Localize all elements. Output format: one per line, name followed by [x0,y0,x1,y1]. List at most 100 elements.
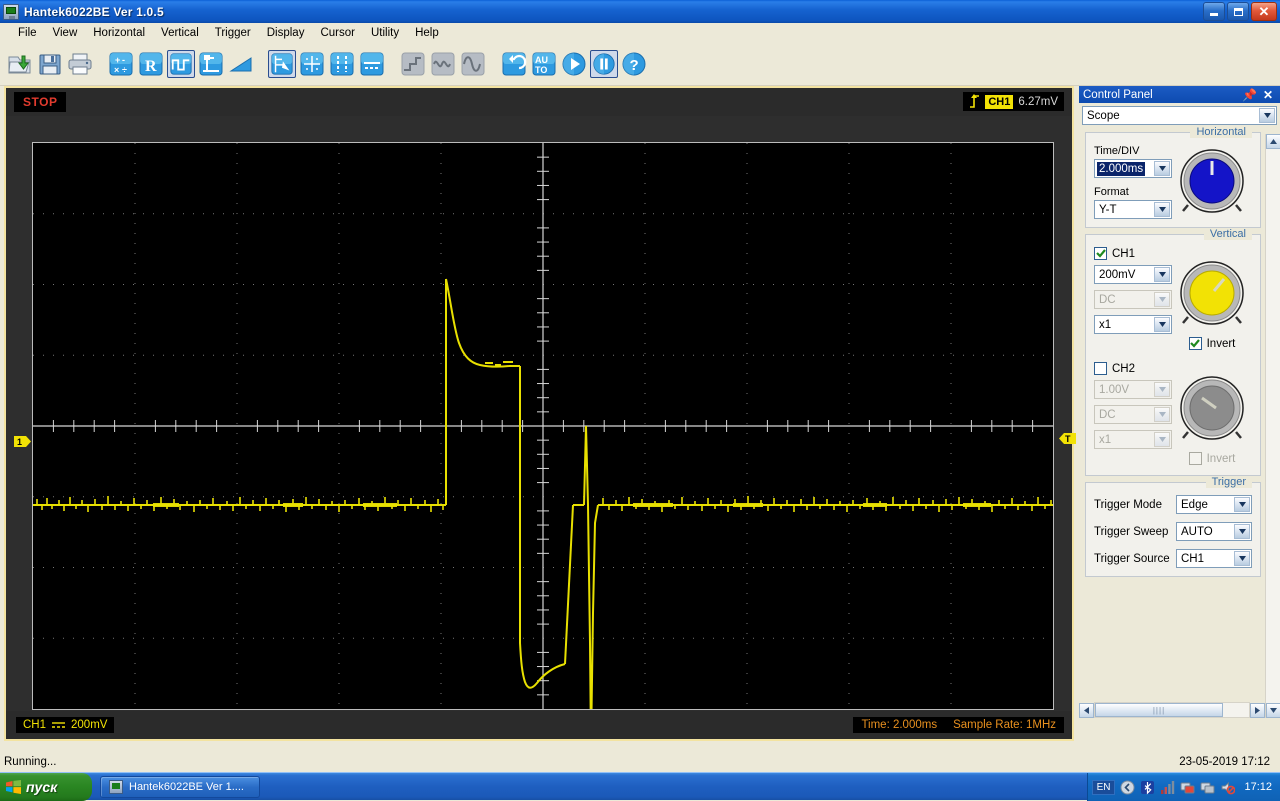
hscroll-track[interactable]: |||| [1094,702,1250,718]
chevron-down-icon [1154,432,1170,447]
help-icon[interactable]: ? [620,50,648,78]
control-panel-vscrollbar[interactable] [1265,134,1280,718]
auto-icon[interactable]: AU TO [530,50,558,78]
scroll-up-button[interactable] [1266,134,1280,149]
ch1-probe-select[interactable]: x1 [1094,315,1172,334]
show-hidden-icon[interactable] [1120,780,1135,795]
start-button[interactable]: пуск [0,773,92,801]
menu-trigger[interactable]: Trigger [207,25,259,41]
scope-graticule[interactable] [32,142,1054,710]
menu-help[interactable]: Help [407,25,447,41]
trigger-sweep-row: Trigger Sweep AUTO [1094,522,1252,541]
pin-icon[interactable]: 📌 [1239,89,1260,101]
sine-wave-icon[interactable] [459,50,487,78]
chevron-down-icon[interactable] [1154,267,1170,282]
trigger-sweep-value: AUTO [1181,526,1213,538]
group-vertical: Vertical CH1 200mV [1085,234,1261,476]
dots-icon[interactable] [358,50,386,78]
status-datetime: 23-05-2019 17:12 [1179,753,1270,772]
trigger-mode-select[interactable]: Edge [1176,495,1252,514]
step-wave-icon[interactable] [399,50,427,78]
svg-text:÷: ÷ [122,65,127,75]
taskbar-item-label: Hantek6022BE Ver 1.... [129,781,244,793]
restore-button[interactable] [1227,2,1249,21]
control-panel-title: Control Panel [1083,89,1153,101]
ch2-invert-row: Invert [1189,452,1236,465]
ch2-scale-select: 1.00V [1094,380,1172,399]
chevron-down-icon[interactable] [1259,108,1275,123]
chevron-down-icon[interactable] [1154,202,1170,217]
measure-icon[interactable] [197,50,225,78]
ch1-scale-knob[interactable] [1176,257,1248,329]
svg-text:×: × [114,65,119,75]
close-icon[interactable]: ✕ [1260,89,1276,101]
trigger-source-select[interactable]: CH1 [1176,549,1252,568]
menu-view[interactable]: View [45,25,86,41]
ch1-invert-checkbox[interactable] [1189,337,1202,350]
format-value: Y-T [1099,204,1116,216]
grid-icon[interactable] [298,50,326,78]
format-select[interactable]: Y-T [1094,200,1172,219]
trigger-sweep-select[interactable]: AUTO [1176,522,1252,541]
open-icon[interactable] [6,50,34,78]
time-div-select[interactable]: 2.000ms [1094,159,1172,178]
ch1-invert-row[interactable]: Invert [1189,337,1236,350]
print-icon[interactable] [66,50,94,78]
scroll-left-button[interactable] [1079,703,1094,718]
ramp-icon[interactable] [227,50,255,78]
noise-wave-icon[interactable] [429,50,457,78]
undo-icon[interactable] [500,50,528,78]
menu-display[interactable]: Display [259,25,313,41]
close-button[interactable]: ✕ [1251,2,1277,21]
ch1-position-marker[interactable]: 1 [14,434,32,449]
mode-select[interactable]: Scope [1082,106,1277,125]
bluetooth-icon[interactable] [1140,780,1155,795]
ch1-checkbox[interactable] [1094,247,1107,260]
scroll-right-button[interactable] [1250,703,1265,718]
math-icon[interactable]: + - × ÷ [107,50,135,78]
control-panel-hscrollbar[interactable]: |||| [1079,702,1265,718]
language-indicator[interactable]: EN [1092,780,1116,795]
tray-clock[interactable]: 17:12 [1244,781,1272,793]
chevron-down-icon[interactable] [1154,317,1170,332]
network-2-icon[interactable] [1200,780,1215,795]
graticule-area: 1 T [6,116,1072,714]
hscroll-thumb[interactable]: |||| [1095,703,1223,717]
trigger-position-marker[interactable]: T [1058,431,1076,446]
persistence-icon[interactable] [328,50,356,78]
square-wave-icon[interactable] [167,50,195,78]
menu-vertical[interactable]: Vertical [153,25,207,41]
network-activity-icon[interactable] [1160,780,1175,795]
taskbar: пуск Hantek6022BE Ver 1.... EN [0,772,1280,800]
chevron-down-icon[interactable] [1234,551,1250,566]
menu-horizontal[interactable]: Horizontal [85,25,153,41]
ch2-checkbox[interactable] [1094,362,1107,375]
chevron-down-icon[interactable] [1234,524,1250,539]
ch1-scale-select[interactable]: 200mV [1094,265,1172,284]
ch1-enable-row[interactable]: CH1 [1094,247,1172,260]
mode-select-wrap: Scope [1079,103,1280,127]
scope-bottombar: CH1 200mV Time: 2.000ms Sample Rate: 1MH… [6,711,1072,739]
volume-muted-icon[interactable] [1220,780,1235,795]
run-icon[interactable] [560,50,588,78]
menu-cursor[interactable]: Cursor [312,25,363,41]
taskbar-item-hantek[interactable]: Hantek6022BE Ver 1.... [100,776,260,798]
chevron-down-icon[interactable] [1154,161,1170,176]
time-div-knob[interactable] [1176,145,1248,217]
reference-icon[interactable]: R [137,50,165,78]
scroll-down-button[interactable] [1266,703,1280,718]
cursor-icon[interactable] [268,50,296,78]
time-value: Time: 2.000ms [861,719,937,731]
group-trigger-title: Trigger [1206,476,1252,488]
vscroll-track[interactable] [1266,149,1280,703]
menu-file[interactable]: File [10,25,45,41]
pause-icon[interactable] [590,50,618,78]
chevron-down-icon[interactable] [1234,497,1250,512]
ch2-enable-row[interactable]: CH2 [1094,362,1172,375]
save-icon[interactable] [36,50,64,78]
svg-text:AU: AU [535,55,548,65]
minimize-button[interactable] [1203,2,1225,21]
network-icon[interactable] [1180,780,1195,795]
time-div-label: Time/DIV [1094,145,1172,157]
menu-utility[interactable]: Utility [363,25,407,41]
